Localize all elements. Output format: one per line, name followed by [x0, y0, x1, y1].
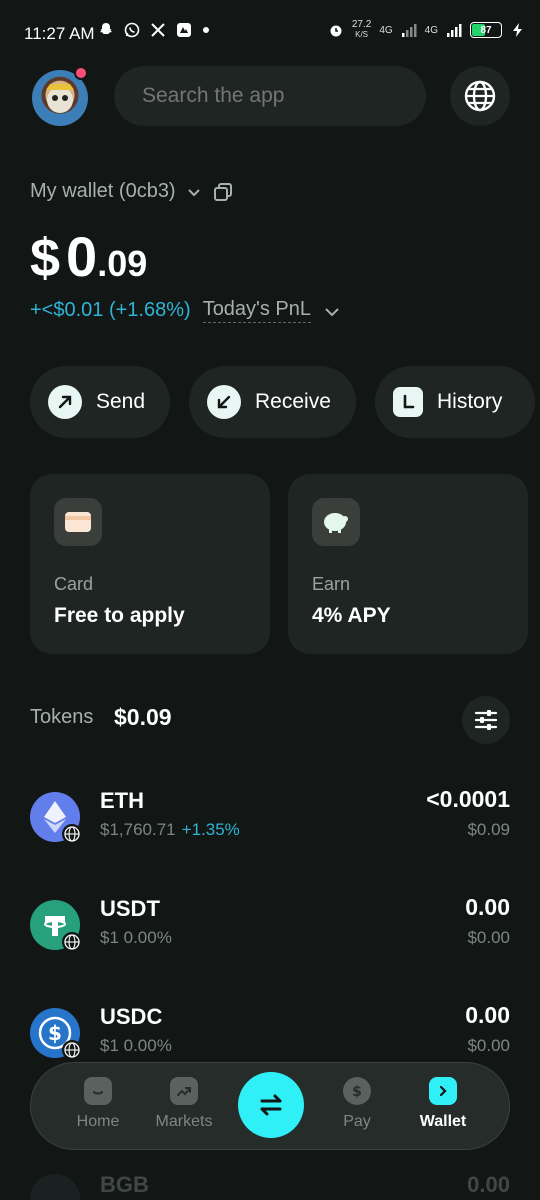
- battery-icon: 87: [470, 22, 502, 38]
- language-button[interactable]: [450, 66, 510, 126]
- chain-globe-icon: [62, 1040, 82, 1060]
- card-subtitle: Free to apply: [54, 604, 185, 627]
- token-symbol: USDT: [100, 896, 160, 921]
- send-icon: [48, 385, 82, 419]
- wallet-name: My wallet (0cb3): [30, 180, 176, 202]
- nav-pay[interactable]: $ Pay: [317, 1077, 397, 1131]
- nav-markets[interactable]: Markets: [144, 1077, 224, 1131]
- token-price: $1 0.00%: [100, 928, 172, 947]
- history-icon: [393, 387, 423, 417]
- nav-markets-label: Markets: [155, 1113, 213, 1130]
- search-input[interactable]: [142, 84, 413, 108]
- token-value: $0.00: [467, 1036, 510, 1055]
- nav-home[interactable]: Home: [58, 1077, 138, 1131]
- svg-text:$: $: [352, 1084, 362, 1100]
- filter-button[interactable]: [462, 696, 510, 744]
- card-feature[interactable]: Card Free to apply: [30, 474, 270, 654]
- token-symbol: USDC: [100, 1004, 163, 1029]
- bgb-logo-icon: [30, 1174, 80, 1200]
- more-notifications-dot: [203, 27, 209, 33]
- token-amount: 0.00: [465, 1002, 510, 1028]
- piggy-bank-icon: [312, 498, 360, 546]
- notification-dot: [74, 66, 88, 80]
- token-amount: <0.0001: [426, 786, 510, 812]
- token-row-peek[interactable]: BGB 0.00: [30, 1168, 510, 1200]
- tokens-label: Tokens: [30, 706, 94, 728]
- card-title: Card: [54, 574, 94, 594]
- peek-symbol: BGB: [100, 1172, 149, 1197]
- receive-icon: [207, 385, 241, 419]
- nav-wallet[interactable]: Wallet: [403, 1077, 483, 1131]
- chevron-down-icon: [187, 188, 200, 196]
- alarm-icon: [330, 25, 342, 37]
- pnl[interactable]: +<$0.01 (+1.68%) Today's PnL: [30, 298, 341, 323]
- peek-amount: 0.00: [467, 1172, 510, 1197]
- token-amount: 0.00: [465, 894, 510, 920]
- x-icon: [151, 23, 165, 37]
- receive-button[interactable]: Receive: [189, 366, 356, 438]
- token-value: $0.09: [467, 820, 510, 839]
- signal-2-icon: [447, 24, 462, 37]
- swap-button[interactable]: [238, 1072, 304, 1138]
- swap-icon: [260, 1094, 282, 1116]
- token-price: $1,760.71 +1.35%: [100, 820, 240, 840]
- pnl-label: Today's PnL: [202, 298, 312, 323]
- network-speed-value: 27.2: [351, 19, 372, 30]
- chain-globe-icon: [62, 824, 82, 844]
- globe-icon: [464, 80, 496, 112]
- earn-subtitle: 4% APY: [312, 604, 391, 627]
- whatsapp-icon: [124, 22, 140, 38]
- search-bar[interactable]: [114, 66, 426, 126]
- status-time: 11:27 AM: [24, 24, 95, 43]
- pay-icon: $: [343, 1077, 371, 1105]
- token-price: $1 0.00%: [100, 1036, 172, 1055]
- send-button[interactable]: Send: [30, 366, 170, 438]
- balance: $ 0 .09: [30, 224, 147, 289]
- wallet-selector[interactable]: My wallet (0cb3): [30, 180, 234, 203]
- network-speed-unit: K/S: [355, 30, 369, 39]
- system-status: 27.2 K/S 4G 4G 87: [328, 20, 526, 40]
- signal-1-label: 4G: [379, 24, 393, 36]
- copy-icon[interactable]: [212, 181, 234, 203]
- signal-2-label: 4G: [424, 24, 438, 36]
- wallet-icon: [429, 1077, 457, 1105]
- token-symbol: ETH: [100, 788, 144, 813]
- sliders-icon: [474, 710, 498, 730]
- status-bar: 11:27 AM 27.2 K/S 4G 4G 87: [0, 0, 540, 68]
- pnl-value: +<$0.01 (+1.68%): [30, 299, 191, 321]
- chevron-down-icon: [325, 307, 339, 316]
- token-row[interactable]: USDT $1 0.00% 0.00 $0.00: [30, 894, 510, 980]
- history-button[interactable]: History: [375, 366, 535, 438]
- balance-currency: $: [30, 228, 61, 288]
- send-label: Send: [96, 390, 146, 413]
- token-value: $0.00: [467, 928, 510, 947]
- balance-whole: 0: [66, 225, 98, 288]
- snapchat-icon: [100, 23, 112, 34]
- app-icon: [177, 23, 191, 37]
- token-price-value: $1,760.71: [100, 820, 176, 839]
- battery-level: 87: [480, 24, 492, 36]
- svg-text:$: $: [48, 1021, 62, 1045]
- tokens-total: $0.09: [114, 704, 172, 730]
- signal-1-icon: [401, 24, 417, 37]
- markets-icon: [170, 1077, 198, 1105]
- charging-icon: [513, 23, 522, 37]
- token-change: +1.35%: [181, 820, 240, 839]
- nav-wallet-label: Wallet: [419, 1113, 467, 1130]
- earn-title: Earn: [312, 574, 351, 594]
- history-label: History: [437, 390, 503, 413]
- home-icon: [84, 1077, 112, 1105]
- earn-feature[interactable]: Earn 4% APY: [288, 474, 528, 654]
- balance-decimal: .09: [97, 243, 148, 284]
- notification-icons: [98, 22, 210, 38]
- nav-home-label: Home: [76, 1113, 120, 1130]
- chain-globe-icon: [62, 932, 82, 952]
- card-icon: [54, 498, 102, 546]
- token-row[interactable]: ETH $1,760.71 +1.35% <0.0001 $0.09: [30, 786, 510, 872]
- receive-label: Receive: [255, 390, 331, 413]
- network-speed: 27.2 K/S: [352, 20, 371, 40]
- nav-pay-label: Pay: [343, 1113, 371, 1130]
